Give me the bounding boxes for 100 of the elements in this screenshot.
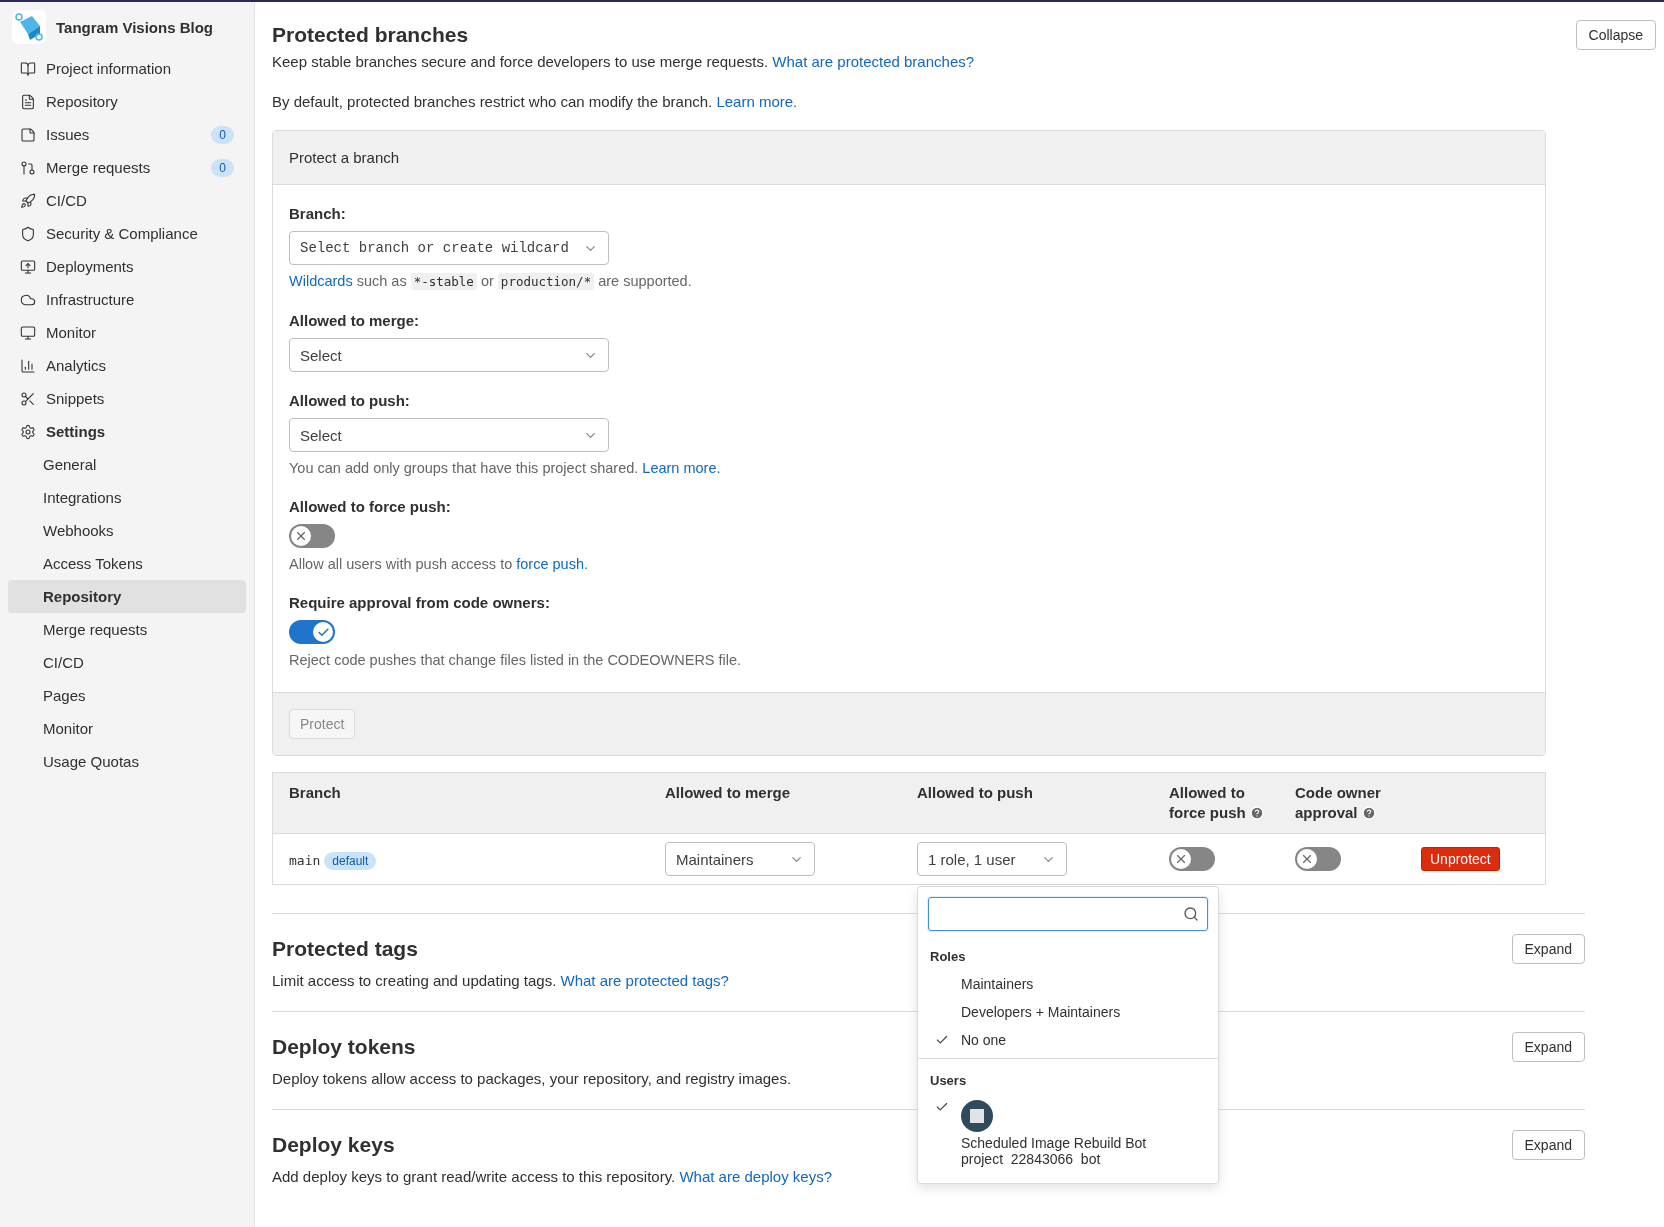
collapse-button[interactable]: Collapse: [1575, 20, 1656, 50]
sidebar-item[interactable]: CI/CD: [8, 184, 246, 217]
help-link[interactable]: What are deploy keys?: [679, 1168, 832, 1185]
nav-icon: [20, 60, 36, 77]
nav-icon: [20, 93, 36, 110]
sidebar-item[interactable]: Merge requests 0: [8, 151, 246, 184]
section-title: Protected tags: [272, 936, 419, 961]
default-note: By default, protected branches restrict who can modify the branch. Learn more.: [272, 92, 799, 112]
learn-more-link[interactable]: Learn more.: [642, 460, 721, 476]
search-field[interactable]: [928, 897, 1208, 931]
push-hint: You can add only groups that have this project shared. Learn more.: [289, 459, 722, 478]
column-header: Allowed to merge: [665, 783, 792, 803]
nav-icon: [20, 258, 36, 275]
section-title: Protected branches: [272, 22, 469, 47]
nav-icon: [20, 423, 36, 440]
sidebar-subitem[interactable]: Access Tokens: [8, 547, 246, 580]
sidebar-subitem[interactable]: General: [8, 448, 246, 481]
section-description: Add deploy keys to grant read/write access to this repository. What are deploy keys?: [272, 1167, 832, 1187]
sidebar-subitem[interactable]: Webhooks: [8, 514, 246, 547]
help-icon: [1361, 806, 1376, 820]
code-owners-hint: Reject code pushes that change files listed in the CODEOWNERS file.: [289, 651, 743, 670]
unprotect-button[interactable]: Unprotect: [1421, 847, 1500, 871]
sidebar-item[interactable]: Monitor: [8, 316, 246, 349]
column-header: Branch: [289, 783, 342, 803]
column-header: Allowed to force push: [1169, 783, 1295, 823]
check-icon: [935, 1033, 949, 1047]
nav-icon: [20, 126, 36, 143]
toggle-switch[interactable]: [289, 620, 335, 644]
nav-icon: [20, 192, 36, 209]
dropdown-option[interactable]: Scheduled Image Rebuild Bot project 22843066 bot: [918, 1094, 1218, 1173]
project-logo: [12, 10, 46, 44]
push-select[interactable]: Select: [289, 418, 609, 452]
check-icon: [935, 1100, 949, 1114]
sidebar-item[interactable]: Security & Compliance: [8, 217, 246, 250]
check-icon: [316, 625, 330, 639]
expand-button[interactable]: Expand: [1511, 1130, 1585, 1160]
section-description: Deploy tokens allow access to packages, your repository, and registry images.: [272, 1069, 792, 1089]
x-icon: [1174, 852, 1188, 866]
sidebar-subitem[interactable]: CI/CD: [8, 646, 246, 679]
push-select[interactable]: 1 role, 1 user: [917, 842, 1067, 876]
project-name: Tangram Visions Blog: [56, 18, 213, 36]
toggle-switch[interactable]: [289, 524, 335, 548]
section-title: Deploy keys: [272, 1132, 396, 1157]
nav-icon: [20, 324, 36, 341]
dropdown-option[interactable]: Maintainers: [918, 970, 1218, 998]
sidebar-subitem[interactable]: Usage Quotas: [8, 745, 246, 778]
dropdown-option[interactable]: Developers + Maintainers: [918, 998, 1218, 1026]
dropdown-section-title: Roles: [929, 948, 967, 966]
sidebar-item[interactable]: Infrastructure: [8, 283, 246, 316]
field-label: Require approval from code owners:: [289, 594, 551, 611]
sidebar-item[interactable]: Deployments: [8, 250, 246, 283]
section-title: Deploy tokens: [272, 1034, 417, 1059]
nav-icon: [20, 225, 36, 242]
merge-select[interactable]: Select: [289, 338, 609, 372]
sidebar-subitem[interactable]: Integrations: [8, 481, 246, 514]
toggle-switch[interactable]: [1295, 847, 1341, 871]
sidebar-item[interactable]: Settings: [8, 415, 246, 448]
count-badge: 0: [211, 158, 234, 177]
sidebar-item[interactable]: Issues 0: [8, 118, 246, 151]
expand-button[interactable]: Expand: [1511, 1032, 1585, 1062]
panel-header: Protect a branch: [273, 131, 1545, 185]
expand-button[interactable]: Expand: [1511, 934, 1585, 964]
sidebar-item[interactable]: Project information: [8, 52, 246, 85]
sidebar-item[interactable]: Snippets: [8, 382, 246, 415]
column-header: Code owner approval: [1295, 783, 1382, 823]
column-header: Allowed to push: [917, 783, 1034, 803]
dropdown-option[interactable]: No one: [918, 1026, 1218, 1054]
section-description: Limit access to creating and updating tags. What are protected tags?: [272, 971, 729, 991]
wildcards-link[interactable]: Wildcards: [289, 273, 353, 289]
branch-name: main: [289, 852, 321, 868]
sidebar-subitem[interactable]: Merge requests: [8, 613, 246, 646]
help-link[interactable]: What are protected tags?: [560, 972, 729, 989]
count-badge: 0: [211, 125, 234, 144]
sidebar-item[interactable]: Repository: [8, 85, 246, 118]
help-link[interactable]: What are protected branches?: [772, 53, 975, 70]
user-avatar: [961, 1100, 993, 1132]
field-label: Allowed to force push:: [289, 498, 452, 515]
help-icon: [1249, 806, 1264, 820]
section-description: Keep stable branches secure and force developers to use merge requests. What are protected branches?: [272, 52, 976, 72]
search-icon: [1183, 906, 1199, 922]
x-icon: [294, 529, 308, 543]
field-label: Branch:: [289, 205, 347, 222]
branch-select[interactable]: Select branch or create wildcard: [289, 231, 609, 265]
force-push-hint: Allow all users with push access to force push.: [289, 555, 589, 574]
nav-icon: [20, 159, 36, 176]
learn-more-link[interactable]: Learn more.: [716, 93, 798, 110]
field-label: Allowed to push:: [289, 392, 411, 409]
field-label: Allowed to merge:: [289, 312, 420, 329]
toggle-switch[interactable]: [1169, 847, 1215, 871]
default-badge: default: [324, 851, 377, 870]
force-push-link[interactable]: force push.: [516, 556, 588, 572]
merge-select[interactable]: Maintainers: [665, 842, 815, 876]
wildcard-hint: Wildcards such as *-stable or production/* are supported.: [289, 272, 693, 292]
dropdown-section-title: Users: [929, 1072, 968, 1090]
sidebar-item[interactable]: Analytics: [8, 349, 246, 382]
sidebar-subitem[interactable]: Monitor: [8, 712, 246, 745]
nav-icon: [20, 390, 36, 407]
nav-icon: [20, 357, 36, 374]
sidebar-subitem[interactable]: Repository: [8, 580, 246, 613]
sidebar-subitem[interactable]: Pages: [8, 679, 246, 712]
